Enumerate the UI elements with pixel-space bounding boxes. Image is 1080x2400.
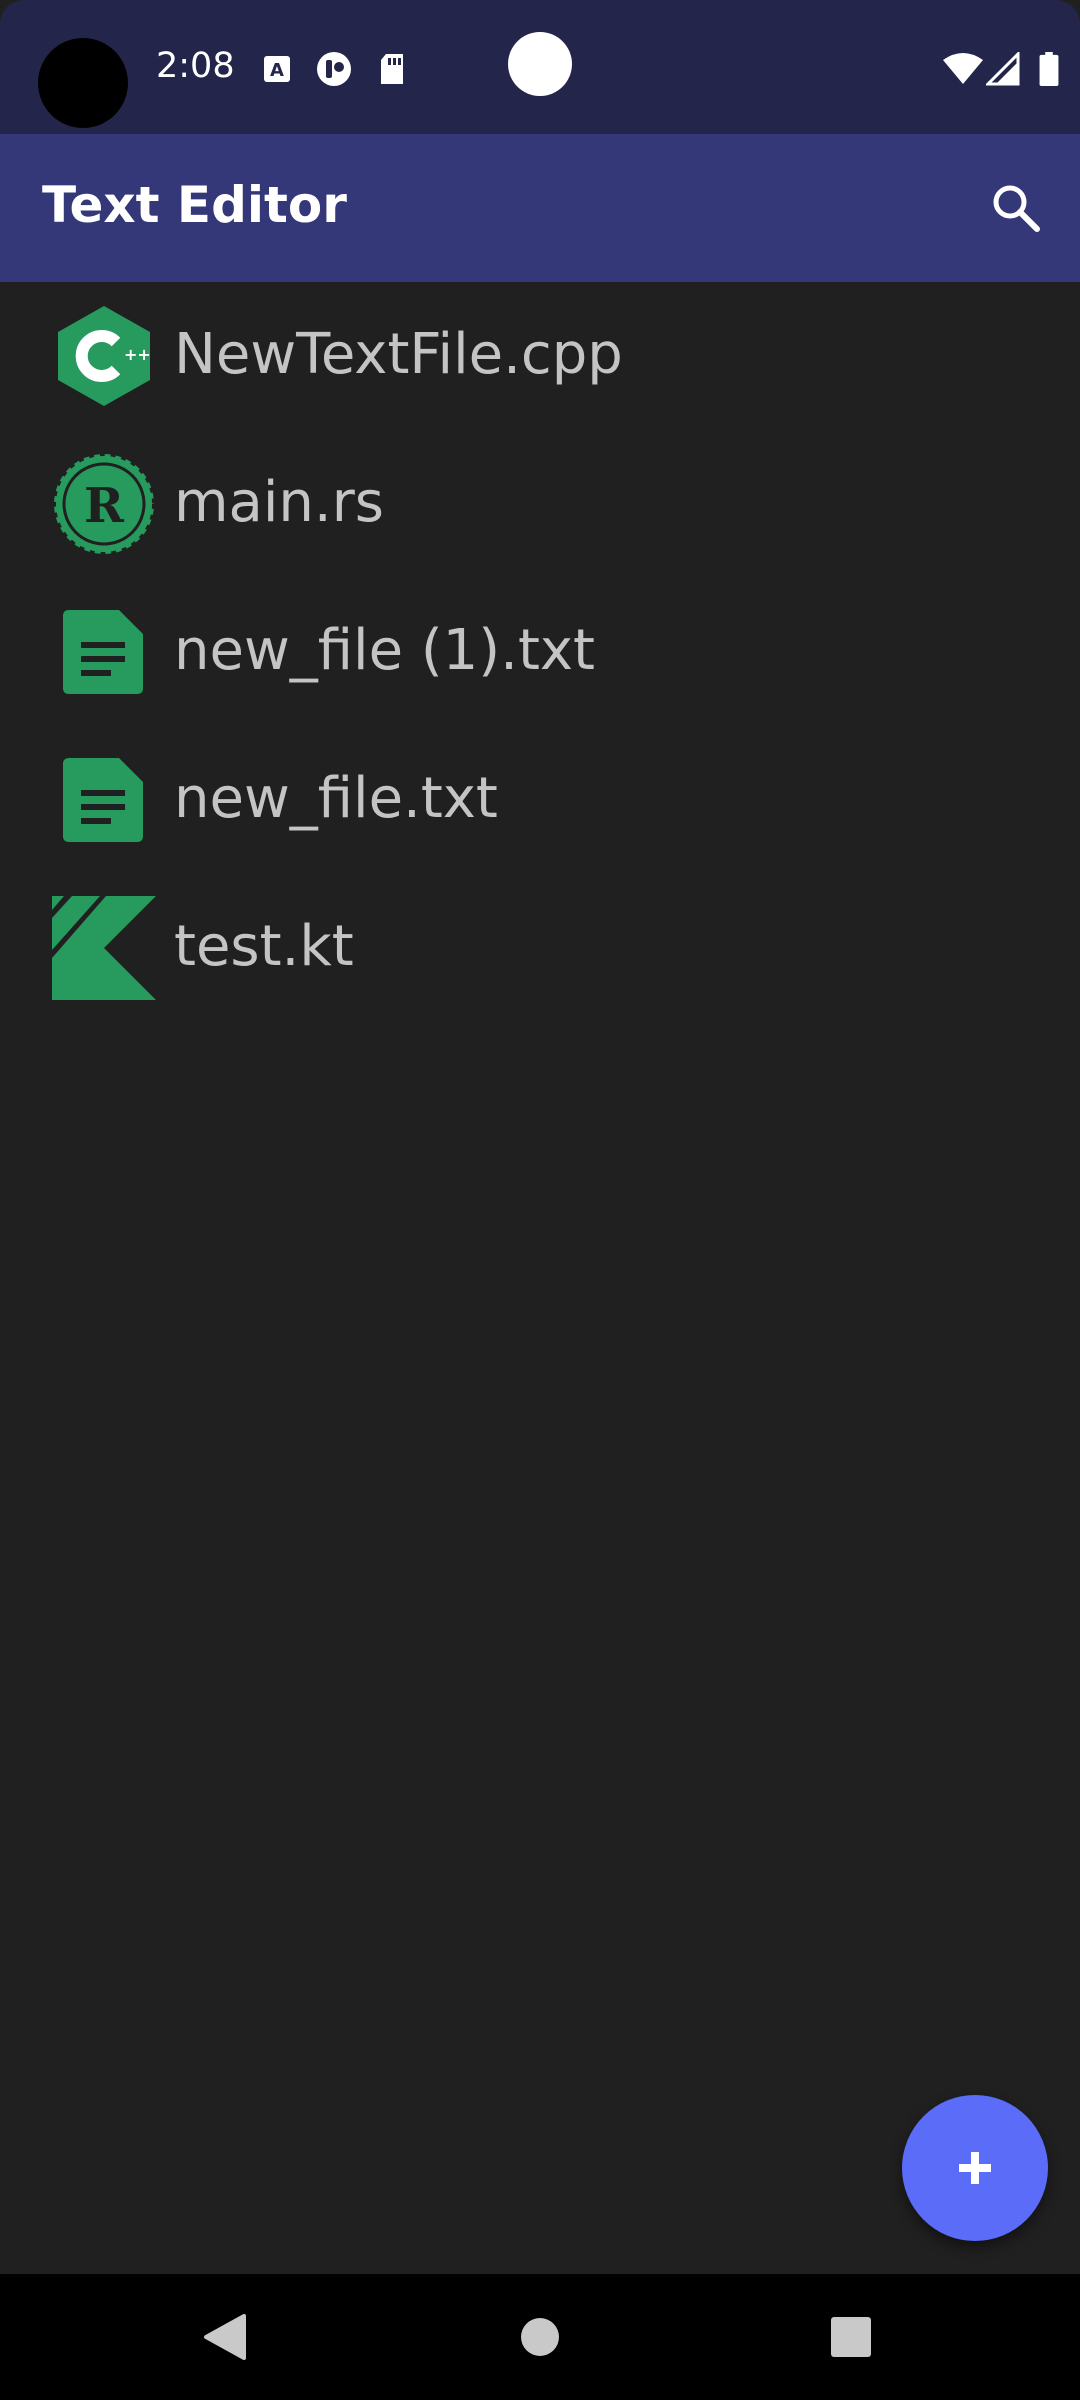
- app-bar: Text Editor: [0, 134, 1080, 282]
- home-icon: [521, 2318, 559, 2356]
- file-name: main.rs: [174, 470, 384, 535]
- svg-text:R: R: [84, 478, 125, 534]
- status-bar: 2:08 A: [0, 0, 1080, 134]
- search-button[interactable]: [976, 168, 1056, 248]
- battery-icon: [1039, 52, 1059, 86]
- navigation-bar: [0, 2274, 1080, 2400]
- wifi-icon: [943, 53, 983, 84]
- file-name: new_file (1).txt: [174, 618, 596, 683]
- app-title: Text Editor: [42, 176, 347, 234]
- svg-text:++: ++: [124, 345, 151, 364]
- rust-icon: R: [52, 452, 156, 556]
- text-file-icon: [52, 600, 156, 704]
- search-icon: [993, 185, 1040, 232]
- media-icon: [317, 52, 351, 86]
- back-icon: [204, 2314, 246, 2360]
- file-list: ++ NewTextFile.cpp R main.rs new_file (1…: [0, 282, 1080, 1022]
- camera-cutout: [38, 38, 128, 128]
- kotlin-icon: [52, 896, 156, 1000]
- file-name: NewTextFile.cpp: [174, 322, 623, 387]
- status-time: 2:08: [156, 46, 235, 86]
- cpp-icon: ++: [52, 304, 156, 408]
- list-item[interactable]: new_file.txt: [0, 726, 1080, 874]
- list-item[interactable]: ++ NewTextFile.cpp: [0, 282, 1080, 430]
- svg-text:A: A: [270, 60, 284, 81]
- screen: 2:08 A Text Editor ++ NewTextFile.cpp R …: [0, 0, 1080, 2400]
- recents-icon: [831, 2317, 871, 2357]
- text-file-icon: [52, 748, 156, 852]
- back-button[interactable]: [190, 2302, 260, 2372]
- recents-button[interactable]: [816, 2302, 886, 2372]
- home-button[interactable]: [505, 2302, 575, 2372]
- file-name: new_file.txt: [174, 766, 498, 831]
- list-item[interactable]: R main.rs: [0, 430, 1080, 578]
- list-item[interactable]: test.kt: [0, 874, 1080, 1022]
- plus-icon: [959, 2152, 991, 2184]
- list-item[interactable]: new_file (1).txt: [0, 578, 1080, 726]
- sd-card-icon: [381, 54, 403, 84]
- keyboard-a-icon: A: [264, 56, 290, 82]
- file-name: test.kt: [174, 914, 354, 979]
- add-file-button[interactable]: [902, 2095, 1048, 2241]
- notification-dot: [508, 32, 572, 96]
- signal-icon: [986, 52, 1020, 86]
